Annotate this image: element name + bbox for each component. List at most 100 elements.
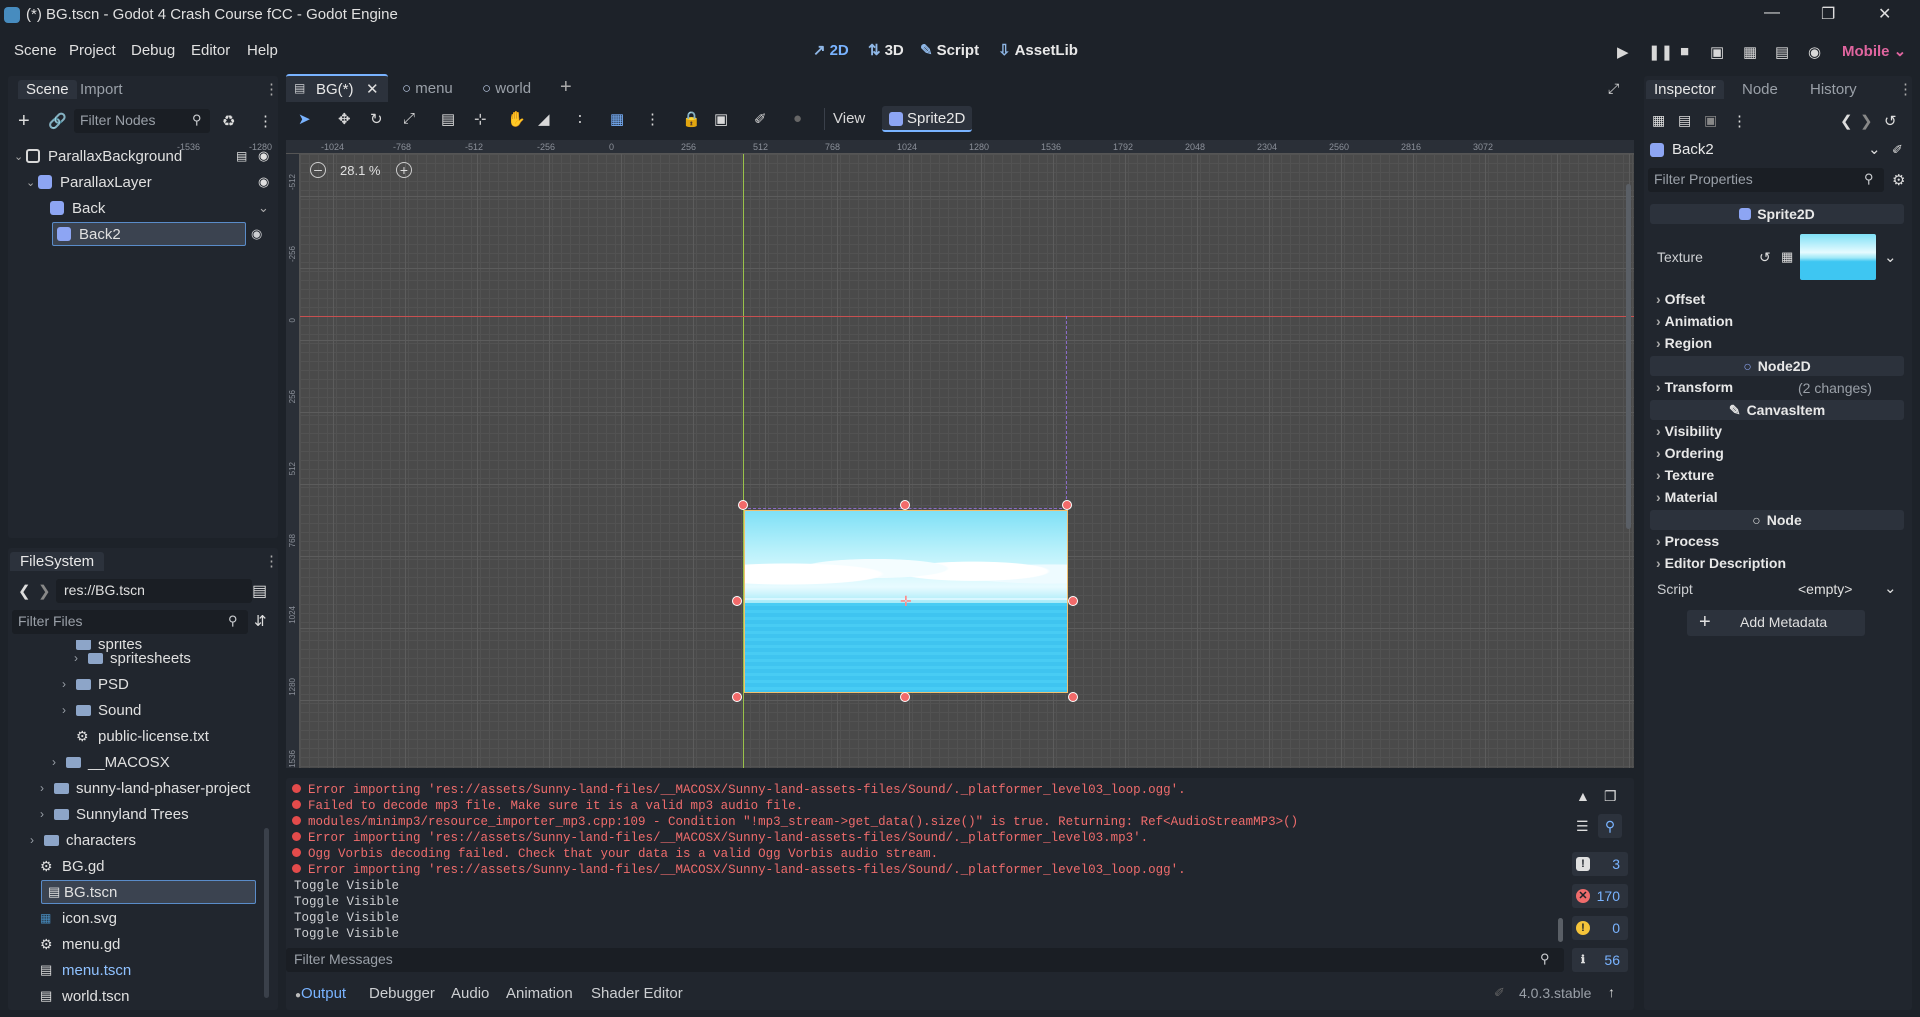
folder-characters[interactable]: › characters: [30, 828, 136, 852]
object-tools-icon[interactable]: ✐: [1892, 142, 1903, 158]
load-resource-icon[interactable]: ▤: [1678, 112, 1691, 129]
close-window-icon[interactable]: ✕: [1878, 4, 1891, 24]
workspace-3d-button[interactable]: ⇅ 3D: [868, 42, 904, 59]
menu-debug[interactable]: Debug: [131, 42, 175, 59]
resize-handle-tl[interactable]: [738, 500, 748, 510]
bottom-tab-animation[interactable]: Animation: [506, 985, 573, 1002]
script-picker[interactable]: <empty> ⌄: [1796, 578, 1904, 600]
filter-nodes-field[interactable]: Filter Nodes ⚲: [74, 109, 210, 133]
object-selector[interactable]: Back2 ⌄: [1648, 138, 1884, 162]
dock-menu-icon[interactable]: ⋮: [1898, 80, 1913, 98]
expand-arrow-icon[interactable]: ›: [62, 703, 76, 717]
select-mode-icon[interactable]: ➤: [298, 110, 311, 128]
file-bg-gd[interactable]: ⚙ BG.gd: [40, 854, 105, 878]
tree-node-back[interactable]: Back ⌄: [50, 196, 269, 220]
stop-icon[interactable]: ■: [1680, 43, 1689, 60]
view-menu[interactable]: View: [833, 110, 865, 127]
restore-icon[interactable]: ❐: [1821, 4, 1835, 24]
file-tree-scrollbar[interactable]: [264, 828, 269, 998]
prop-visibility[interactable]: › Visibility: [1656, 423, 1722, 439]
ruler-mode-icon[interactable]: ◢: [538, 110, 550, 128]
menu-scene[interactable]: Scene: [14, 42, 57, 59]
prop-ordering[interactable]: › Ordering: [1656, 445, 1724, 461]
prop-region[interactable]: › Region: [1656, 335, 1712, 351]
instance-scene-icon[interactable]: ♻: [222, 112, 235, 130]
expand-panel-icon[interactable]: ↑: [1608, 984, 1615, 1000]
grid-snap-icon[interactable]: ▦: [610, 110, 624, 128]
clear-log-icon[interactable]: ▲: [1576, 788, 1590, 804]
chevron-down-icon[interactable]: ⌄: [1884, 248, 1897, 266]
visibility-eye-icon[interactable]: ◉: [258, 174, 269, 190]
hidden-eye-icon[interactable]: ⌄: [258, 200, 269, 216]
add-metadata-button[interactable]: + Add Metadata: [1687, 610, 1865, 636]
filter-properties-input[interactable]: Filter Properties: [1654, 171, 1753, 187]
add-node-icon[interactable]: +: [18, 110, 30, 133]
resize-handle-br[interactable]: [1068, 692, 1078, 702]
visibility-eye-icon[interactable]: ◉: [251, 226, 262, 242]
search-toggle[interactable]: ⚲: [1598, 814, 1622, 838]
path-field[interactable]: res://BG.tscn: [56, 579, 252, 603]
filter-properties-field[interactable]: Filter Properties ⚲: [1648, 168, 1884, 192]
expand-arrow-icon[interactable]: ›: [30, 833, 44, 847]
texture-preview[interactable]: [1800, 234, 1876, 280]
forward-arrow-icon[interactable]: ❯: [38, 582, 51, 600]
filter-files-field[interactable]: Filter Files ⚲: [12, 610, 248, 634]
2d-viewport-canvas[interactable]: – 28.1 % + ✛: [300, 154, 1634, 768]
scene-options-icon[interactable]: ⋮: [258, 112, 273, 130]
folder-psd[interactable]: › PSD: [62, 672, 129, 696]
filter-files-input[interactable]: Filter Files: [18, 613, 83, 629]
pause-icon[interactable]: ❚❚: [1648, 43, 1673, 61]
folder-sunnyland-trees[interactable]: › Sunnyland Trees: [40, 802, 189, 826]
tree-node-parallaxlayer[interactable]: ⌄ ParallaxLayer ◉: [26, 170, 269, 194]
scene-tab-world[interactable]: ○ world: [482, 80, 531, 97]
property-settings-icon[interactable]: ⚙: [1892, 171, 1905, 189]
resize-handle-l[interactable]: [732, 596, 742, 606]
collapse-arrow-icon[interactable]: ⌄: [14, 150, 26, 163]
tree-node-parallaxbackground[interactable]: ⌄ ParallaxBackground ▤ ◉: [14, 144, 269, 168]
resource-options-icon[interactable]: ⋮: [1732, 112, 1747, 130]
sort-icon[interactable]: ⇵: [254, 612, 267, 630]
expand-arrow-icon[interactable]: ›: [74, 651, 88, 665]
log-scrollbar[interactable]: [1558, 918, 1563, 942]
menu-help[interactable]: Help: [247, 42, 278, 59]
workspace-2d-button[interactable]: ↗ 2D: [813, 42, 849, 59]
history-forward-icon[interactable]: ❯: [1860, 112, 1873, 130]
rotate-mode-icon[interactable]: ↻: [370, 110, 383, 128]
group-icon[interactable]: ▣: [714, 110, 728, 128]
play-scene-icon[interactable]: ▦: [1743, 43, 1757, 61]
prop-animation[interactable]: › Animation: [1656, 313, 1733, 329]
menu-editor[interactable]: Editor: [191, 42, 230, 59]
pan-mode-icon[interactable]: ✋: [507, 110, 526, 128]
folder-macosx[interactable]: › __MACOSX: [52, 750, 170, 774]
filter-messages-field[interactable]: Filter Messages ⚲: [286, 948, 1564, 972]
expand-arrow-icon[interactable]: ›: [40, 781, 54, 795]
file-world-tscn[interactable]: ▤ world.tscn: [40, 984, 130, 1008]
file-bg-tscn[interactable]: ▤ BG.tscn: [41, 880, 256, 904]
play-custom-scene-icon[interactable]: ▤: [1775, 43, 1789, 61]
copy-log-icon[interactable]: ❐: [1604, 788, 1617, 805]
tree-node-back2[interactable]: Back2: [52, 222, 246, 246]
tab-history[interactable]: History: [1810, 81, 1857, 98]
expand-arrow-icon[interactable]: ›: [40, 807, 54, 821]
back-arrow-icon[interactable]: ❮: [18, 582, 31, 600]
collapse-arrow-icon[interactable]: ⌄: [26, 176, 38, 189]
save-resource-icon[interactable]: ▣: [1704, 112, 1717, 129]
zoom-out-button[interactable]: –: [310, 162, 326, 178]
distraction-free-icon[interactable]: ⤢: [1608, 80, 1619, 97]
folder-sunny-land-phaser-project[interactable]: › sunny-land-phaser-project: [40, 776, 250, 800]
prop-material[interactable]: › Material: [1656, 489, 1718, 505]
lock-icon[interactable]: 🔒: [682, 110, 701, 128]
minimize-icon[interactable]: —: [1764, 4, 1780, 22]
move-mode-icon[interactable]: ✥: [338, 110, 351, 128]
object-history-icon[interactable]: ↺: [1884, 112, 1897, 130]
folder-sound[interactable]: › Sound: [62, 698, 141, 722]
expand-arrow-icon[interactable]: ›: [62, 677, 76, 691]
tab-scene[interactable]: Scene: [18, 80, 77, 99]
version-label[interactable]: 4.0.3.stable: [1519, 985, 1591, 1001]
menu-project[interactable]: Project: [69, 42, 116, 59]
sprite-back2[interactable]: ✛: [744, 510, 1068, 693]
prop-process[interactable]: › Process: [1656, 533, 1719, 549]
snap-options-icon[interactable]: ⋮: [645, 110, 660, 128]
remote-debug-icon[interactable]: ▣: [1710, 43, 1724, 61]
scale-mode-icon[interactable]: ⤢: [403, 110, 415, 127]
